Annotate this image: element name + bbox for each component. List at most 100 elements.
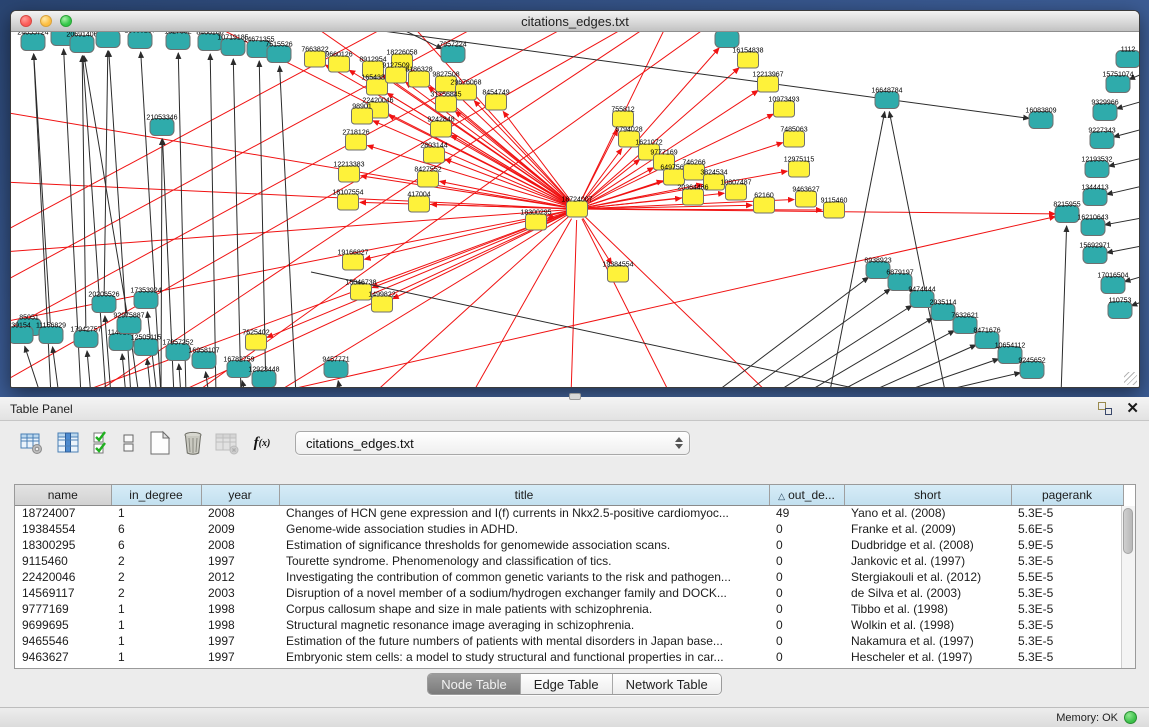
table-cell[interactable]: Wolkin et al. (1998) bbox=[844, 617, 1011, 633]
table-cell[interactable]: Embryonic stem cells: a model to study s… bbox=[279, 649, 769, 665]
graph-edge[interactable] bbox=[921, 373, 1020, 387]
table-cell[interactable]: 1 bbox=[111, 633, 201, 649]
table-cell[interactable]: Jankovic et al. (1997) bbox=[844, 553, 1011, 569]
graph-edge[interactable] bbox=[271, 215, 568, 387]
table-cell[interactable]: 18724007 bbox=[15, 505, 111, 521]
column-header-out_de[interactable]: △out_de... bbox=[769, 485, 844, 505]
graph-edge[interactable] bbox=[571, 220, 577, 387]
column-header-year[interactable]: year bbox=[201, 485, 279, 505]
table-cell[interactable]: 2 bbox=[111, 569, 201, 585]
table-cell[interactable]: Stergiakouli et al. (2012) bbox=[844, 569, 1011, 585]
graph-edge[interactable] bbox=[338, 381, 341, 387]
table-cell[interactable]: 0 bbox=[769, 585, 844, 601]
table-cell[interactable]: 14569117 bbox=[15, 585, 111, 601]
table-cell[interactable]: 5.5E-5 bbox=[1011, 569, 1123, 585]
table-row[interactable]: 946362711997Embryonic stem cells: a mode… bbox=[15, 649, 1123, 665]
window-titlebar[interactable]: citations_edges.txt bbox=[11, 11, 1139, 32]
column-header-short[interactable]: short bbox=[844, 485, 1011, 505]
table-cell[interactable]: Corpus callosum shape and size in male p… bbox=[279, 601, 769, 617]
graph-edge[interactable] bbox=[387, 93, 567, 203]
float-window-icon[interactable] bbox=[1098, 402, 1112, 415]
graph-edge[interactable] bbox=[1131, 300, 1139, 306]
table-cell[interactable]: 6 bbox=[111, 537, 201, 553]
table-cell[interactable]: 5.3E-5 bbox=[1011, 601, 1123, 617]
table-row[interactable]: 2242004622012Investigating the contribut… bbox=[15, 569, 1123, 585]
graph-edge[interactable] bbox=[861, 345, 976, 387]
delete-column-icon[interactable] bbox=[180, 430, 206, 456]
table-cell[interactable]: de Silva et al. (2003) bbox=[844, 585, 1011, 601]
graph-edge[interactable] bbox=[280, 66, 296, 387]
table-vertical-scrollbar[interactable] bbox=[1121, 506, 1135, 668]
column-header-in_degree[interactable]: in_degree bbox=[111, 485, 201, 505]
table-row[interactable]: 1938455462009Genome-wide association stu… bbox=[15, 521, 1123, 537]
graph-edge[interactable] bbox=[586, 159, 640, 202]
graph-edge[interactable] bbox=[891, 359, 999, 387]
table-cell[interactable]: 5.3E-5 bbox=[1011, 617, 1123, 633]
table-selector-dropdown[interactable]: citations_edges.txt bbox=[295, 431, 690, 455]
table-options-icon[interactable] bbox=[18, 430, 44, 456]
graph-edge[interactable] bbox=[179, 364, 181, 387]
table-cell[interactable]: Tibbo et al. (1998) bbox=[844, 601, 1011, 617]
table-cell[interactable]: Tourette syndrome. Phenomenology and cla… bbox=[279, 553, 769, 569]
graph-edge[interactable] bbox=[582, 219, 671, 387]
table-cell[interactable]: 0 bbox=[769, 521, 844, 537]
new-column-icon[interactable] bbox=[147, 430, 173, 456]
table-cell[interactable]: Franke et al. (2009) bbox=[844, 521, 1011, 537]
graph-edge[interactable] bbox=[233, 59, 241, 387]
table-cell[interactable]: 1997 bbox=[201, 553, 279, 569]
graph-edge[interactable] bbox=[829, 112, 885, 387]
table-row[interactable]: 969969511998Structural magnetic resonanc… bbox=[15, 617, 1123, 633]
table-cell[interactable]: 5.3E-5 bbox=[1011, 505, 1123, 521]
graph-edge[interactable] bbox=[587, 168, 654, 204]
graph-edge[interactable] bbox=[1114, 128, 1139, 137]
table-row[interactable]: 911546021997Tourette syndrome. Phenomeno… bbox=[15, 553, 1123, 569]
table-cell[interactable]: Estimation of significance thresholds fo… bbox=[279, 537, 769, 553]
table-cell[interactable]: 2003 bbox=[201, 585, 279, 601]
table-cell[interactable]: 5.6E-5 bbox=[1011, 521, 1123, 537]
table-cell[interactable]: 5.9E-5 bbox=[1011, 537, 1123, 553]
graph-edge[interactable] bbox=[583, 218, 612, 264]
select-rows-icon[interactable] bbox=[90, 430, 116, 456]
table-cell[interactable]: 1998 bbox=[201, 617, 279, 633]
table-cell[interactable]: Disruption of a novel member of a sodium… bbox=[279, 585, 769, 601]
graph-edge[interactable] bbox=[34, 54, 51, 324]
table-cell[interactable]: 5.3E-5 bbox=[1011, 553, 1123, 569]
table-row[interactable]: 946554611997Estimation of the future num… bbox=[15, 633, 1123, 649]
table-cell[interactable]: 2009 bbox=[201, 521, 279, 537]
table-cell[interactable]: Dudbridge et al. (2008) bbox=[844, 537, 1011, 553]
table-row[interactable]: 1456911722003Disruption of a novel membe… bbox=[15, 585, 1123, 601]
table-row[interactable]: 1872400712008Changes of HCN gene express… bbox=[15, 505, 1123, 521]
table-cell[interactable]: Genome-wide association studies in ADHD. bbox=[279, 521, 769, 537]
table-cell[interactable]: 1 bbox=[111, 505, 201, 521]
graph-edge[interactable] bbox=[242, 381, 246, 387]
table-cell[interactable]: 6 bbox=[111, 521, 201, 537]
graph-edge[interactable] bbox=[1117, 100, 1139, 109]
table-cell[interactable]: 1997 bbox=[201, 633, 279, 649]
graph-edge[interactable] bbox=[373, 121, 567, 205]
table-cell[interactable]: 9115460 bbox=[15, 553, 111, 569]
window-resize-grip[interactable] bbox=[1124, 372, 1137, 385]
graph-edge[interactable] bbox=[122, 354, 126, 387]
close-window-button[interactable] bbox=[20, 15, 32, 27]
table-cell[interactable]: 9777169 bbox=[15, 601, 111, 617]
table-cell[interactable]: 2008 bbox=[201, 505, 279, 521]
graph-edge[interactable] bbox=[147, 359, 151, 387]
table-cell[interactable]: Structural magnetic resonance image aver… bbox=[279, 617, 769, 633]
table-cell[interactable]: 22420046 bbox=[15, 569, 111, 585]
table-cell[interactable]: 0 bbox=[769, 569, 844, 585]
table-cell[interactable]: Yano et al. (2008) bbox=[844, 505, 1011, 521]
graph-edge[interactable] bbox=[267, 213, 567, 337]
graph-edge[interactable] bbox=[161, 139, 162, 387]
table-cell[interactable]: 0 bbox=[769, 553, 844, 569]
table-cell[interactable]: 5.3E-5 bbox=[1011, 633, 1123, 649]
function-builder-icon[interactable]: f(x) bbox=[249, 430, 275, 456]
scrollbar-thumb[interactable] bbox=[1123, 508, 1133, 554]
minimize-window-button[interactable] bbox=[40, 15, 52, 27]
tab-edge-table[interactable]: Edge Table bbox=[520, 674, 612, 694]
table-cell[interactable]: 5.3E-5 bbox=[1011, 585, 1123, 601]
graph-node[interactable] bbox=[715, 32, 739, 48]
close-panel-icon[interactable]: ✕ bbox=[1126, 402, 1139, 415]
table-cell[interactable]: 0 bbox=[769, 617, 844, 633]
graph-edge[interactable] bbox=[474, 101, 569, 201]
table-cell[interactable]: 18300295 bbox=[15, 537, 111, 553]
